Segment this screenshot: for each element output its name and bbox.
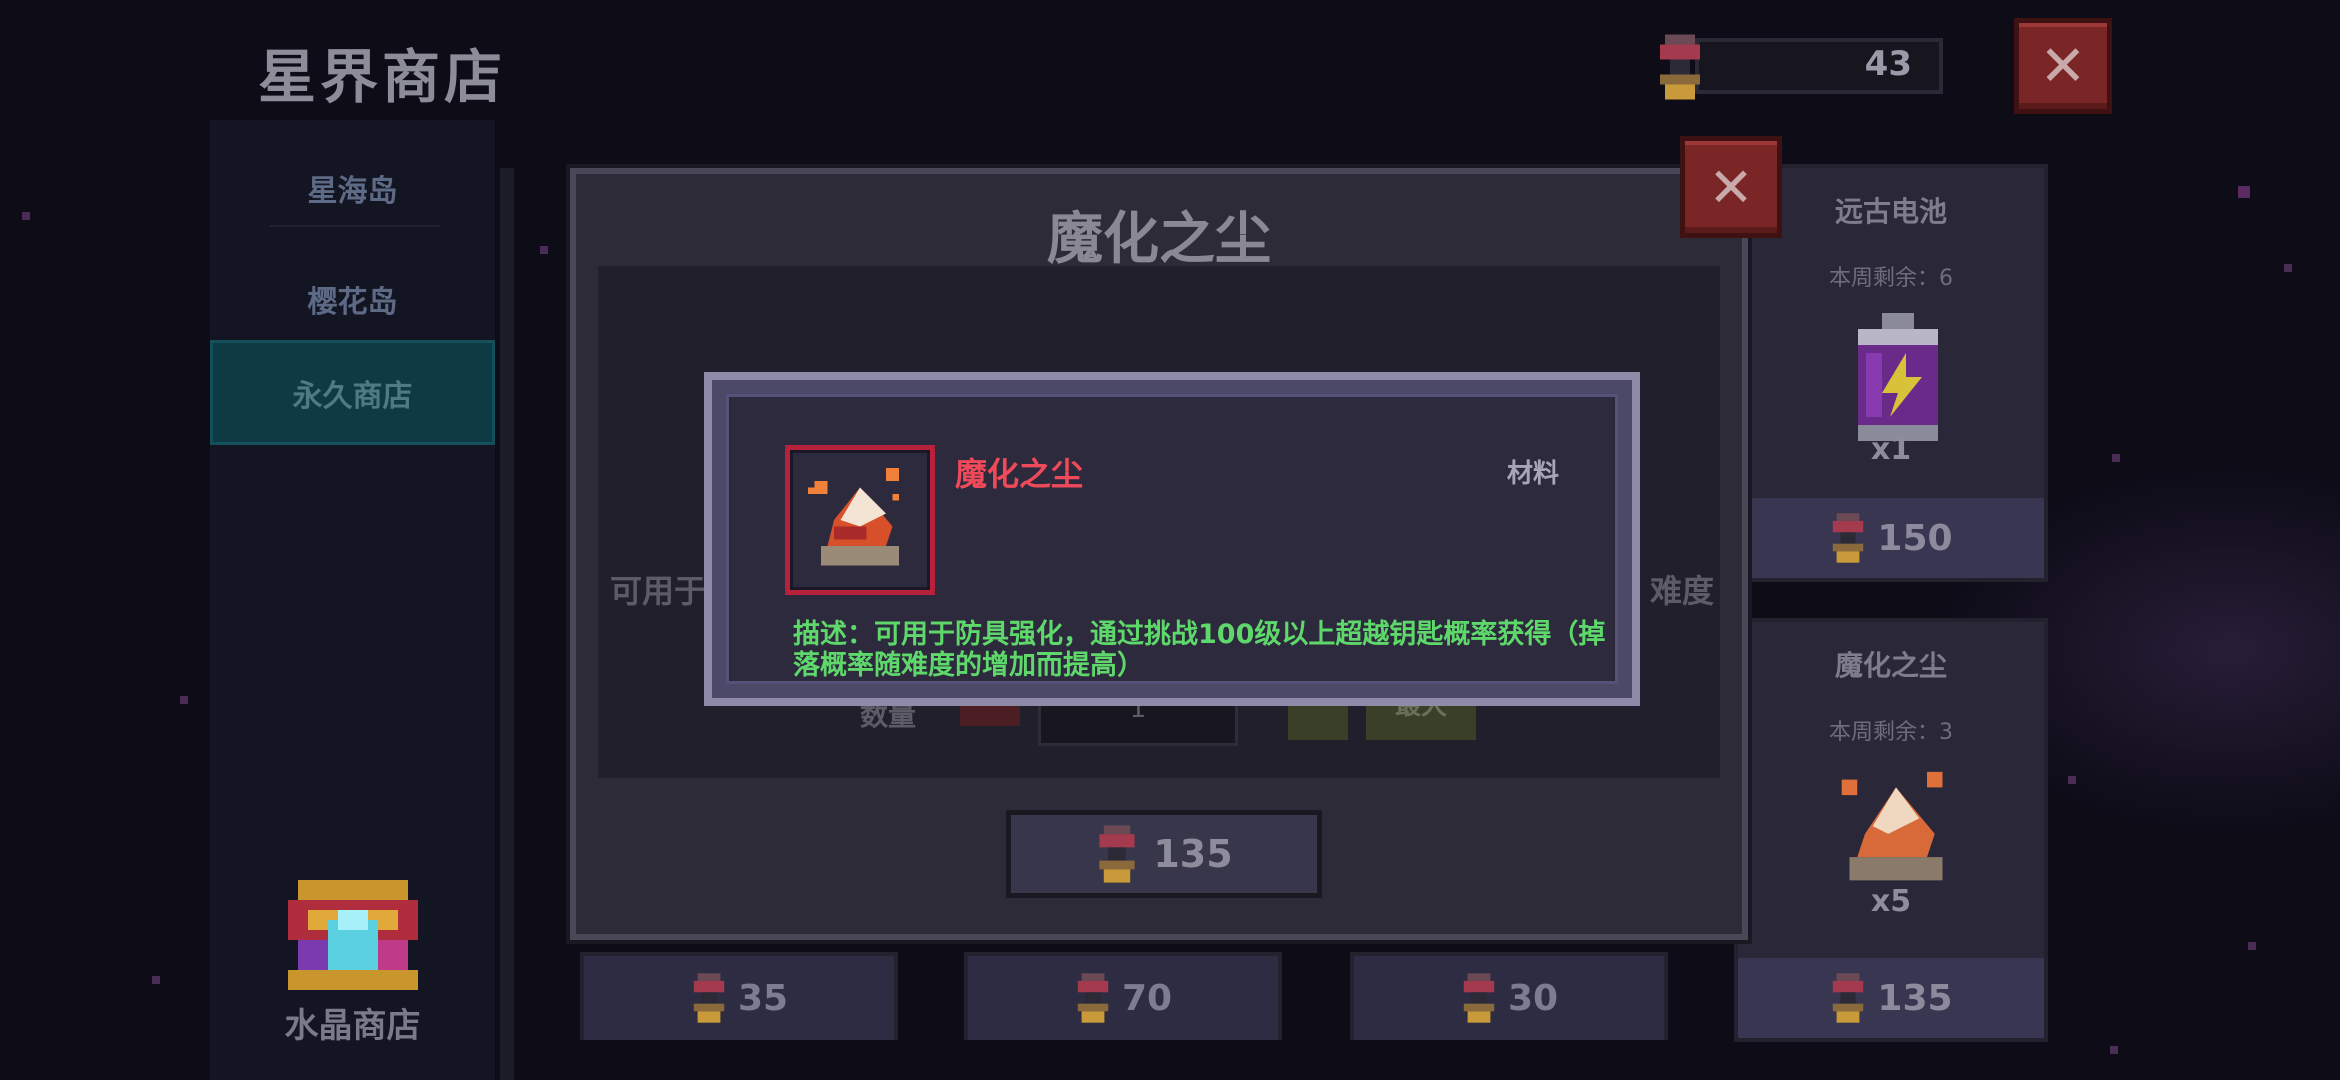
star [2112,454,2120,462]
ticket-coin-icon [1077,973,1109,1023]
item-name: 魔化之尘 [1834,649,1947,682]
shop-grid-edge [500,168,514,1080]
crystal-shop-label: 水晶商店 [284,1006,421,1046]
weekly-stock: 本周剩余：3 [1829,720,1953,745]
ticket-coin-icon [1463,973,1495,1023]
price-button[interactable]: 135 [1738,958,2044,1038]
star [2284,264,2292,272]
buy-price: 135 [1153,832,1233,876]
star [2248,942,2256,950]
dialog-title: 魔化之尘 [1047,207,1271,272]
crystal-chest-icon [287,880,418,990]
currency-amount: 43 [1864,44,1912,84]
close-shop-button[interactable]: ✕ [2014,18,2112,114]
price-button[interactable]: 70 [964,952,1282,1040]
buy-button[interactable]: 135 [1006,810,1322,898]
ticket-coin-icon [693,973,725,1023]
sidebar-item-permanent-shop[interactable]: 永久商店 [210,340,495,445]
item-quantity: x1 [1870,432,1912,467]
ticket-coin-icon [1833,513,1864,563]
ticket-coin-icon [1660,34,1700,100]
description-partial: 可用于 [610,572,707,610]
ticket-coin-icon [1833,973,1864,1023]
description-partial: 难度 [1650,572,1715,610]
close-icon: ✕ [2039,33,2087,99]
sidebar-item-label: 星海岛 [307,173,398,209]
price-value: 70 [1121,977,1173,1019]
ticket-coin-icon [1099,825,1135,883]
star [2110,1046,2118,1054]
sidebar-item-sakura-island[interactable]: 樱花岛 [210,246,495,351]
shop-card-magic-dust[interactable]: 魔化之尘 本周剩余：3 x5 135 [1734,618,2048,1042]
price-value: 35 [737,977,789,1019]
magic-dust-icon [1841,771,1943,881]
star [2238,186,2250,198]
item-icon-frame [785,445,935,595]
sidebar-item-label: 樱花岛 [307,284,398,320]
star [540,246,548,254]
star [22,212,30,220]
price-value: 30 [1507,977,1559,1019]
price-button[interactable]: 30 [1350,952,1668,1040]
item-description: 描述：可用于防具强化，通过挑战100级以上超越钥匙概率获得（掉落概率随难度的增加… [793,619,1606,681]
star [2068,776,2076,784]
sidebar-item-label: 永久商店 [292,378,413,414]
tooltip-body: 魔化之尘 材料 描述：可用于防具强化，通过挑战100级以上超越钥匙概率获得（掉落… [726,394,1618,684]
price-value: 135 [1877,977,1953,1019]
price-button[interactable]: 150 [1738,498,2044,578]
close-dialog-button[interactable]: ✕ [1680,136,1782,238]
star [152,976,160,984]
shop-title: 星界商店 [258,43,507,111]
divider [270,225,440,227]
item-name: 魔化之尘 [955,455,1084,493]
item-tooltip: 魔化之尘 材料 描述：可用于防具强化，通过挑战100级以上超越钥匙概率获得（掉落… [704,372,1640,706]
crystal-shop-button[interactable]: 水晶商店 [210,880,495,1047]
magic-dust-icon [808,468,899,566]
currency-display: 43 [1655,34,1943,100]
close-icon: ✕ [1708,155,1754,219]
price-value: 150 [1877,517,1953,559]
item-quantity: x5 [1870,884,1912,919]
price-button[interactable]: 35 [580,952,898,1040]
star [180,696,188,704]
sidebar: 星海岛 樱花岛 永久商店 水晶商店 [210,120,495,1080]
weekly-stock: 本周剩余：6 [1829,266,1953,291]
battery-icon [1858,313,1938,441]
item-type: 材料 [1506,459,1559,489]
item-name: 远古电池 [1834,195,1947,228]
